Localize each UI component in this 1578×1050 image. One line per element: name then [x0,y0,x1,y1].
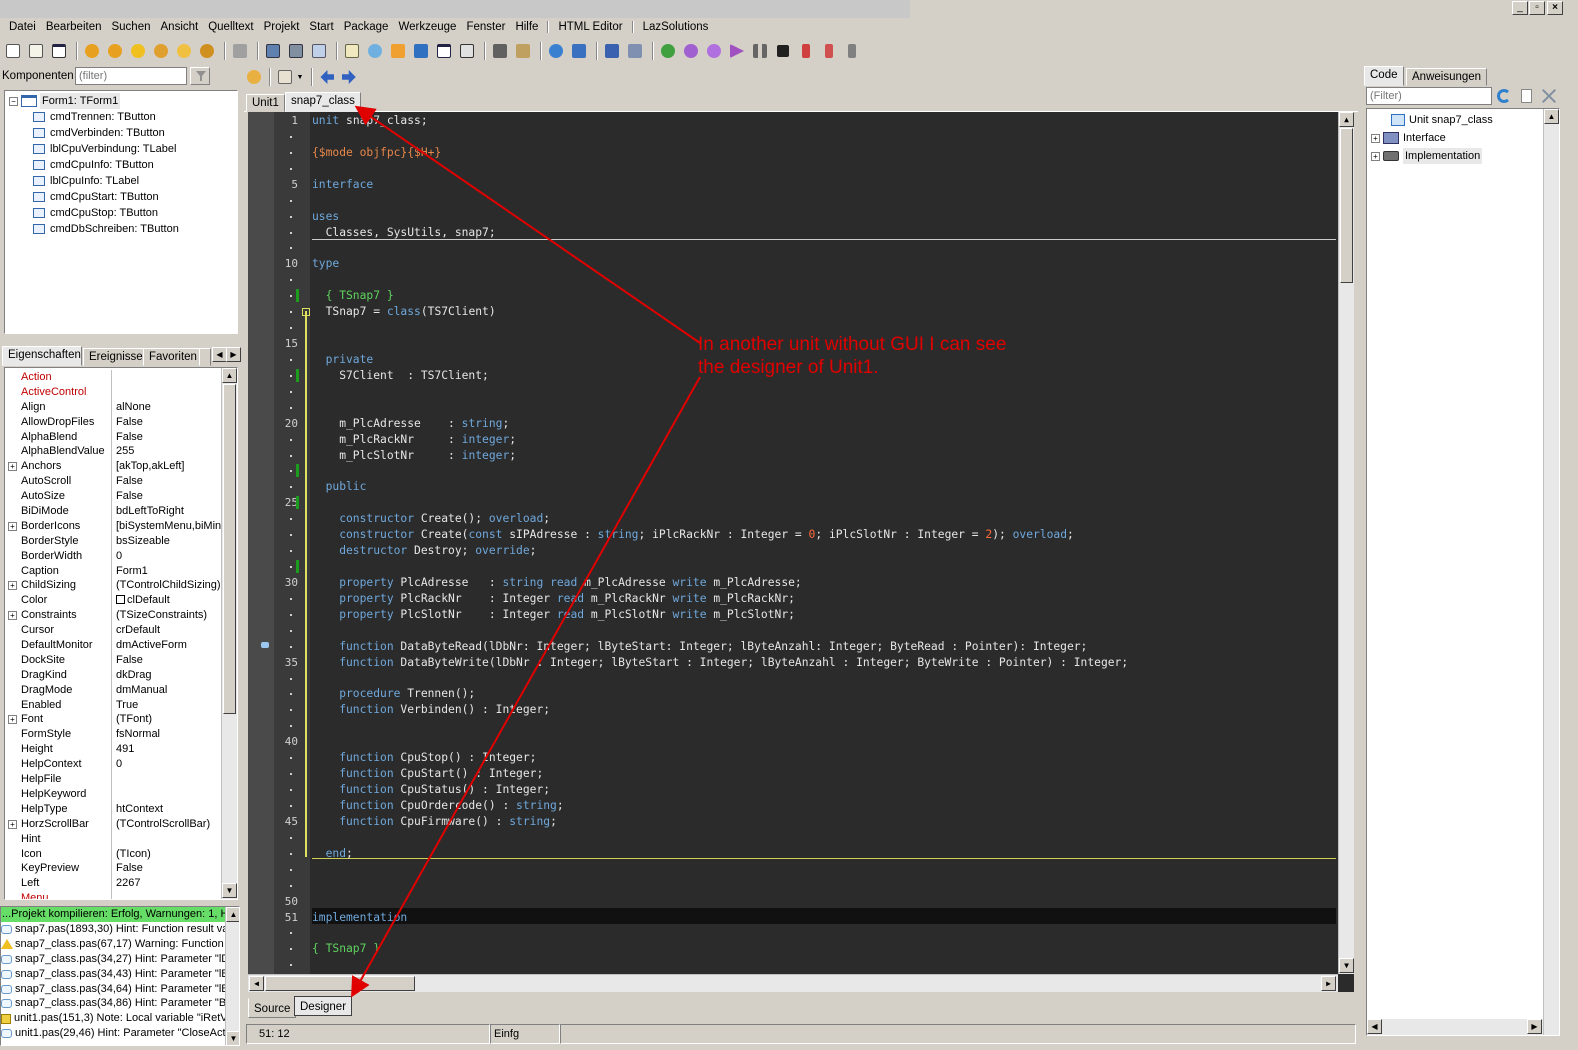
arrow-to-designer-tab [351,376,701,998]
annotation-arrows [351,105,701,998]
arrow-to-tab [354,105,701,344]
